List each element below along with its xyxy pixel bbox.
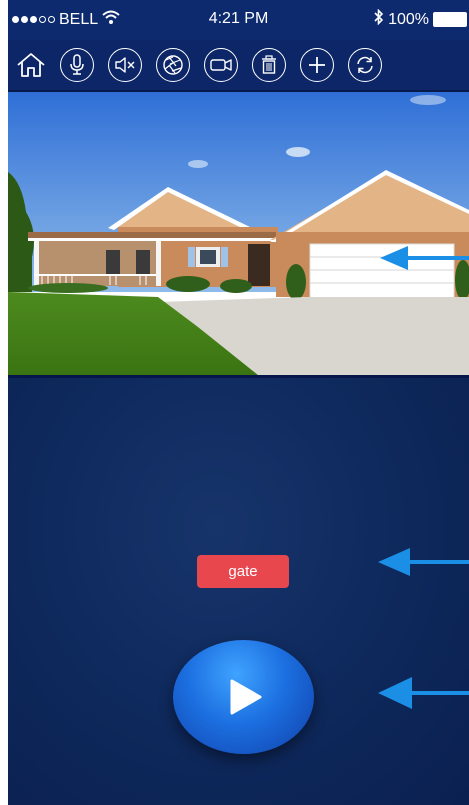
microphone-icon [70,54,84,75]
app-screen: BELL 4:21 PM 100% gate [0,0,469,805]
video-camera-icon [210,59,232,71]
play-button[interactable] [173,640,314,754]
delete-button[interactable] [252,48,286,82]
camera-image [8,92,469,375]
mute-button[interactable] [108,48,142,82]
status-right: 100% [374,8,467,30]
bluetooth-icon [374,8,384,30]
battery-percent: 100% [388,10,429,28]
annotation-arrow [378,677,469,709]
add-button[interactable] [300,48,334,82]
refresh-icon [357,56,373,74]
record-button[interactable] [204,48,238,82]
home-icon [17,53,45,77]
gate-button[interactable]: gate [197,555,289,588]
plus-icon [309,57,325,73]
refresh-button[interactable] [348,48,382,82]
microphone-button[interactable] [60,48,94,82]
mute-icon [115,57,135,73]
status-bar: BELL 4:21 PM 100% [8,0,469,40]
battery-icon [433,12,467,27]
annotation-arrow [378,548,469,576]
control-panel: gate [8,378,469,805]
snapshot-button[interactable] [156,48,190,82]
trash-icon [262,55,276,74]
play-icon [230,679,261,715]
home-button[interactable] [14,48,48,82]
shutter-icon [163,55,183,75]
camera-feed[interactable] [8,92,469,375]
toolbar [8,40,469,92]
